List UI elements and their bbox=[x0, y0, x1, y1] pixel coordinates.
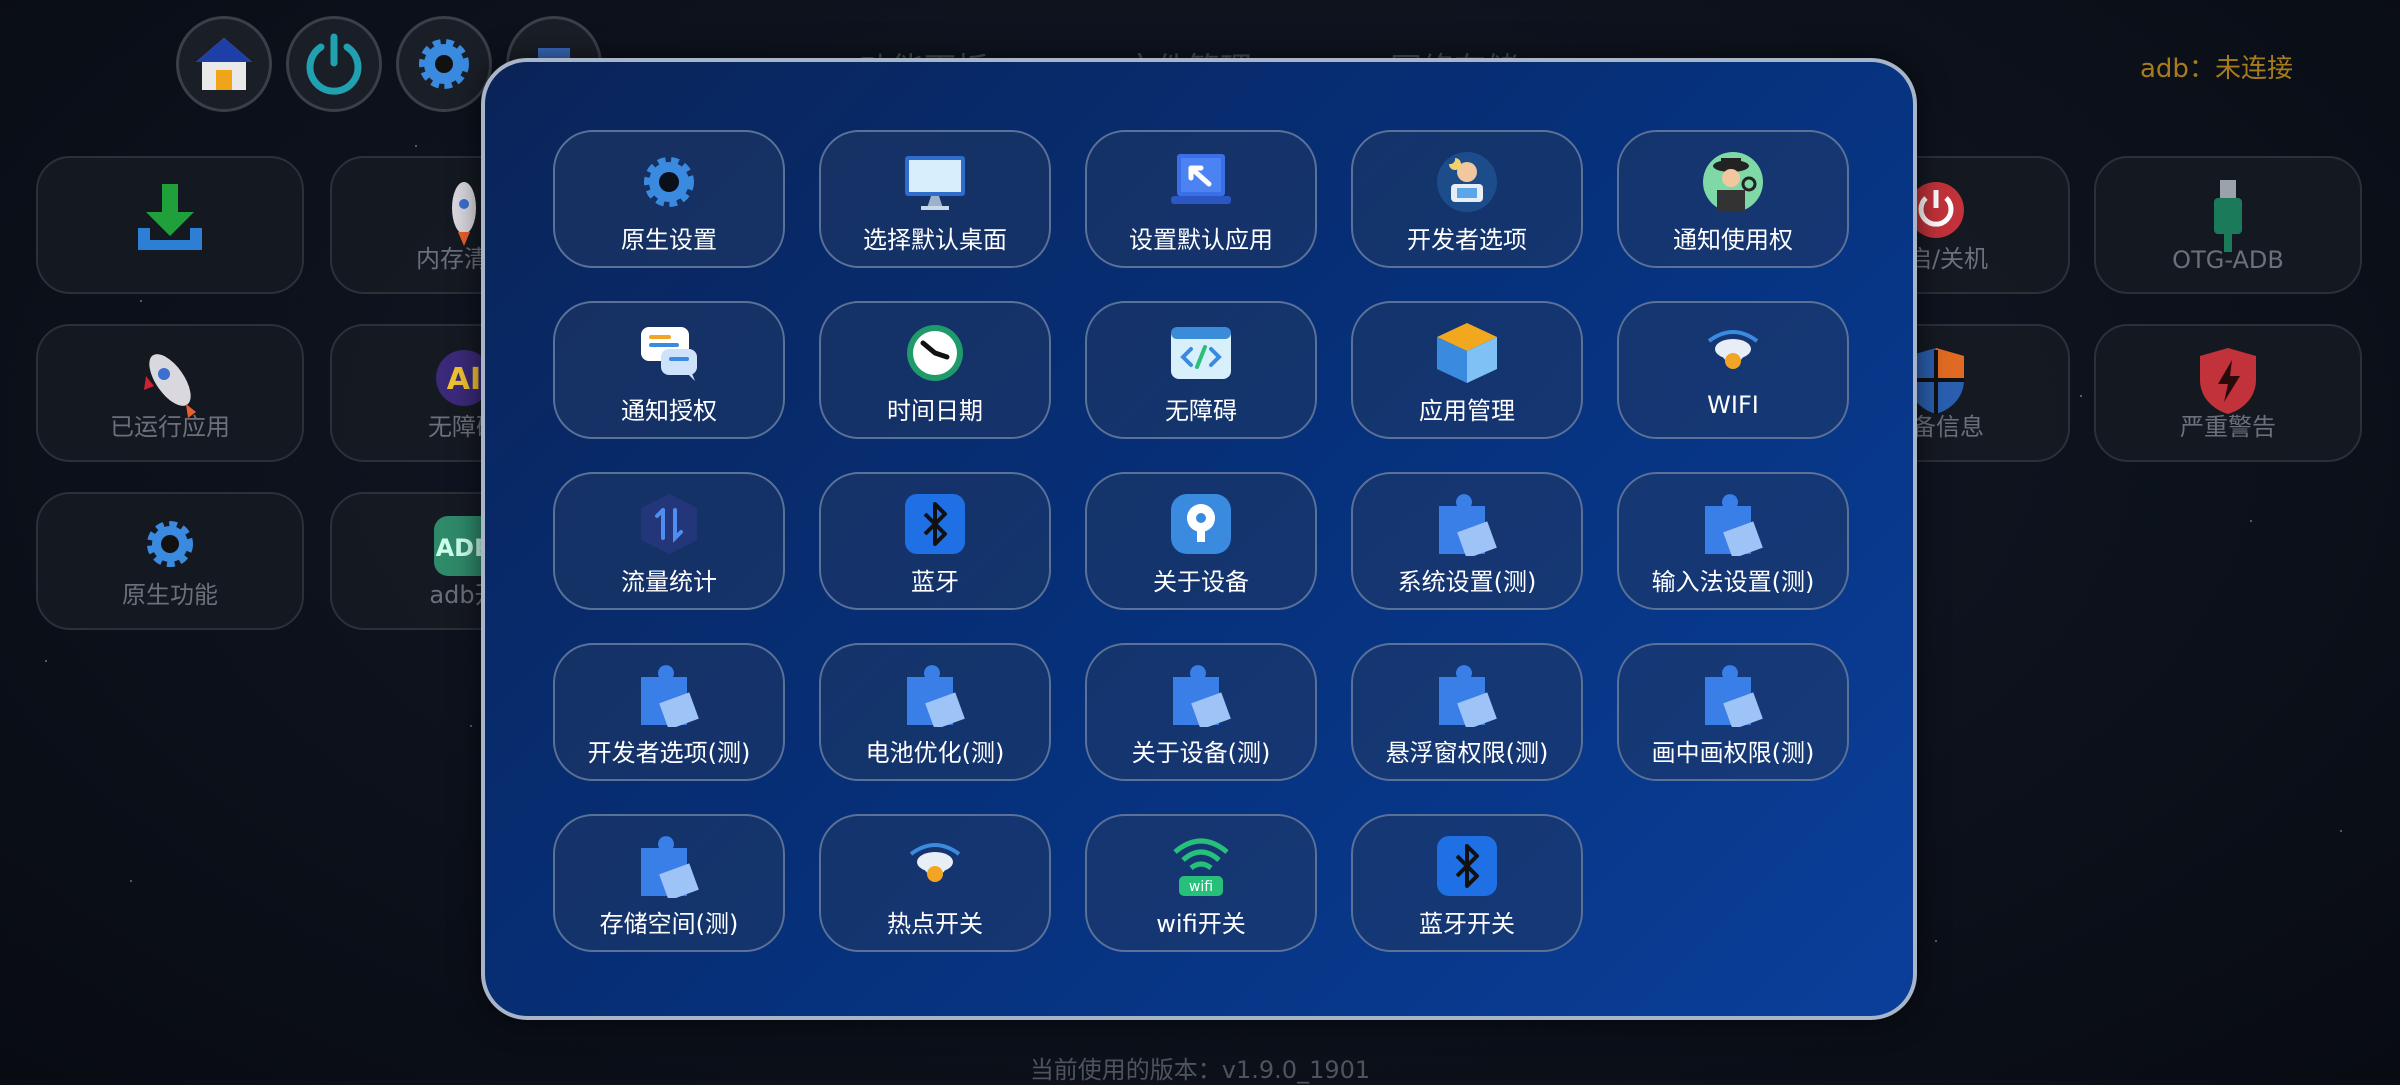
bluetooth-icon bbox=[1437, 836, 1497, 896]
bluetooth-icon bbox=[905, 494, 965, 554]
battery-optimization-test-button[interactable]: 电池优化(测) bbox=[819, 643, 1051, 781]
tile-running-apps-label: 已运行应用 bbox=[110, 413, 230, 441]
gear-icon bbox=[644, 157, 694, 207]
puzzle-icon bbox=[907, 665, 965, 727]
tile-download[interactable] bbox=[36, 156, 304, 294]
power-button[interactable] bbox=[286, 16, 382, 112]
puzzle-icon bbox=[1439, 494, 1497, 556]
hotspot-icon bbox=[909, 843, 961, 882]
monitor-icon bbox=[905, 156, 965, 210]
adb-status: adb：未连接 bbox=[2140, 54, 2293, 84]
hotspot-toggle-button[interactable]: 热点开关 bbox=[819, 814, 1051, 952]
home-icon bbox=[196, 38, 252, 90]
about-device-button[interactable]: 关于设备 bbox=[1085, 472, 1317, 610]
tile-otg-adb-label: OTG-ADB bbox=[2172, 246, 2284, 274]
select-default-launcher-button[interactable]: 选择默认桌面 bbox=[819, 130, 1051, 268]
pip-permission-test-button[interactable]: 画中画权限(测) bbox=[1617, 643, 1849, 781]
about-device-test-button[interactable]: 关于设备(测) bbox=[1085, 643, 1317, 781]
cube-icon bbox=[1437, 323, 1497, 383]
puzzle-icon bbox=[1705, 494, 1763, 556]
traffic-arrows-icon bbox=[641, 494, 697, 554]
gear-icon bbox=[147, 521, 193, 567]
storage-test-button[interactable]: 存储空间(测) bbox=[553, 814, 785, 952]
puzzle-icon bbox=[641, 836, 699, 898]
traffic-stats-button[interactable]: 流量统计 bbox=[553, 472, 785, 610]
power-icon bbox=[306, 33, 362, 95]
notification-authorization-button[interactable]: 通知授权 bbox=[553, 301, 785, 439]
native-settings-button[interactable]: 原生设置 bbox=[553, 130, 785, 268]
system-settings-test-button[interactable]: 系统设置(测) bbox=[1351, 472, 1583, 610]
laptop-arrow-icon bbox=[1171, 154, 1231, 204]
puzzle-icon bbox=[1705, 665, 1763, 727]
detective-icon bbox=[1703, 152, 1763, 212]
app-management-button[interactable]: 应用管理 bbox=[1351, 301, 1583, 439]
usb-icon bbox=[2214, 180, 2242, 252]
notification-access-button[interactable]: 通知使用权 bbox=[1617, 130, 1849, 268]
developer-options-test-button[interactable]: 开发者选项(测) bbox=[553, 643, 785, 781]
overlay-permission-test-button[interactable]: 悬浮窗权限(测) bbox=[1351, 643, 1583, 781]
tile-severe-warning-label: 严重警告 bbox=[2180, 413, 2276, 441]
developer-options-button[interactable]: 开发者选项 bbox=[1351, 130, 1583, 268]
chat-bubble-icon bbox=[641, 327, 697, 381]
gear-icon bbox=[419, 39, 469, 89]
code-window-icon bbox=[1171, 327, 1231, 379]
warning-shield-icon bbox=[2200, 348, 2256, 414]
wifi-settings-button[interactable]: WIFI bbox=[1617, 301, 1849, 439]
input-method-settings-test-button[interactable]: 输入法设置(测) bbox=[1617, 472, 1849, 610]
svg-text:AI: AI bbox=[447, 362, 481, 397]
wifi-icon: wifi bbox=[1173, 838, 1229, 896]
tile-otg-adb[interactable]: OTG-ADB bbox=[2094, 156, 2362, 294]
home-button[interactable] bbox=[176, 16, 272, 112]
time-date-button[interactable]: 时间日期 bbox=[819, 301, 1051, 439]
bluetooth-toggle-button[interactable]: 蓝牙开关 bbox=[1351, 814, 1583, 952]
tile-native-functions-label: 原生功能 bbox=[122, 581, 218, 609]
wifi-router-icon bbox=[1707, 330, 1759, 369]
bluetooth-button[interactable]: 蓝牙 bbox=[819, 472, 1051, 610]
tile-native-functions[interactable]: 原生功能 bbox=[36, 492, 304, 630]
set-default-apps-button[interactable]: 设置默认应用 bbox=[1085, 130, 1317, 268]
settings-grid: 原生设置 选择默认桌面 设置默认应用 开发者选项 通知使用权 通知授权 时间日期… bbox=[553, 130, 1849, 952]
accessibility-button[interactable]: 无障碍 bbox=[1085, 301, 1317, 439]
developer-icon bbox=[1437, 152, 1497, 212]
native-settings-dialog: 原生设置 选择默认桌面 设置默认应用 开发者选项 通知使用权 通知授权 时间日期… bbox=[481, 58, 1917, 1020]
tile-severe-warning[interactable]: 严重警告 bbox=[2094, 324, 2362, 462]
puzzle-icon bbox=[1173, 665, 1231, 727]
download-icon bbox=[138, 184, 202, 250]
puzzle-icon bbox=[1439, 665, 1497, 727]
svg-text:wifi: wifi bbox=[1189, 879, 1213, 895]
device-info-icon bbox=[1171, 494, 1231, 554]
wifi-toggle-button[interactable]: wifi wifi开关 bbox=[1085, 814, 1317, 952]
tile-running-apps[interactable]: 已运行应用 bbox=[36, 324, 304, 462]
clock-icon bbox=[907, 325, 963, 381]
settings-button[interactable] bbox=[396, 16, 492, 112]
puzzle-icon bbox=[641, 665, 699, 727]
